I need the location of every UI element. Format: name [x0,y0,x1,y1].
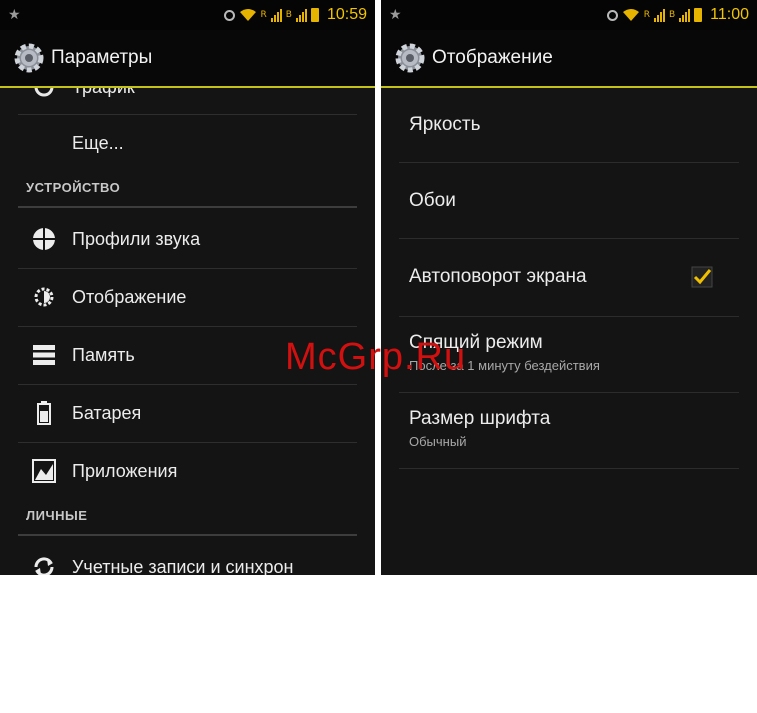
divider [399,392,739,393]
setting-brightness[interactable]: Яркость [409,114,739,136]
alarm-icon [606,9,618,21]
wifi-icon [239,9,256,21]
setting-summary: После за 1 минуту бездействия [409,358,600,373]
clock: 10:59 [326,6,367,23]
signal-icon [270,8,282,22]
setting-wallpaper[interactable]: Обои [409,190,739,212]
star-notification-icon: ★ [389,7,402,23]
section-header-personal: ЛИЧНЫЕ [26,508,88,523]
settings-screen: ★ R B 10:59 Параметры Трафик [0,0,375,575]
setting-label: Автоповорот экрана [409,266,587,287]
traffic-icon [30,88,58,101]
setting-label: Яркость [409,114,481,135]
list-item-label: Учетные записи и синхрон [72,556,294,576]
list-item-apps[interactable]: Приложения [0,442,375,500]
star-notification-icon: ★ [8,7,21,23]
setting-label: Спящий режим [409,332,543,353]
action-bar: Параметры [0,30,375,88]
status-bar: ★ R B 10:59 [0,0,375,30]
page-title: Отображение [432,47,553,68]
setting-font-size[interactable]: Размер шрифта Обычный [409,408,739,449]
list-item-label: Отображение [72,286,187,307]
display-icon [30,283,58,311]
battery-status-icon [694,8,703,22]
list-item-label: Батарея [72,402,142,423]
apps-icon [30,457,58,485]
list-item-battery[interactable]: Батарея [0,384,375,442]
display-settings-screen: ★ R B 11:00 Отображение Яркость Обои Авт… [381,0,757,575]
section-header-device: УСТРОЙСТВО [26,180,121,195]
list-item-label: Еще... [72,132,124,153]
setting-label: Размер шрифта [409,408,551,429]
alarm-icon [223,9,235,21]
setting-summary: Обычный [409,434,467,449]
divider [399,238,739,239]
list-item-traffic[interactable]: Трафик [0,88,375,116]
signal-icon [295,8,307,22]
signal-icon [679,8,691,22]
status-bar: ★ R B 11:00 [381,0,757,30]
settings-gear-icon[interactable] [12,41,46,75]
list-item-storage[interactable]: Память [0,326,375,384]
list-item-label: Приложения [72,460,178,481]
list-item-display[interactable]: Отображение [0,268,375,326]
list-item-label: Профили звука [72,228,201,249]
network-r-label: R [643,10,650,20]
action-bar: Отображение [381,30,757,88]
list-item-label: Память [72,344,135,365]
wifi-icon [622,9,639,21]
list-item-accounts-sync[interactable]: Учетные записи и синхрон [0,538,375,575]
list-item-sound-profiles[interactable]: Профили звука [0,210,375,268]
setting-auto-rotate[interactable]: Автоповорот экрана [409,266,739,288]
battery-status-icon [310,8,319,22]
sound-profiles-icon [30,225,58,253]
setting-label: Обои [409,190,456,211]
list-item-label: Трафик [72,88,135,98]
list-item-more[interactable]: Еще... [0,114,375,172]
storage-icon [30,341,58,369]
setting-sleep[interactable]: Спящий режим После за 1 минуту бездейств… [409,332,739,373]
divider [399,468,739,469]
network-b-label: B [285,10,292,20]
signal-icon [653,8,665,22]
network-b-label: B [668,10,676,20]
divider [399,162,739,163]
sync-icon [30,553,58,575]
section-divider [18,534,357,536]
auto-rotate-checkbox[interactable] [691,266,713,288]
settings-gear-icon[interactable] [393,41,427,75]
clock: 11:00 [710,6,749,23]
network-r-label: R [260,10,267,20]
divider [399,316,739,317]
page-title: Параметры [51,47,153,68]
section-divider [18,206,357,208]
battery-icon [30,399,58,427]
